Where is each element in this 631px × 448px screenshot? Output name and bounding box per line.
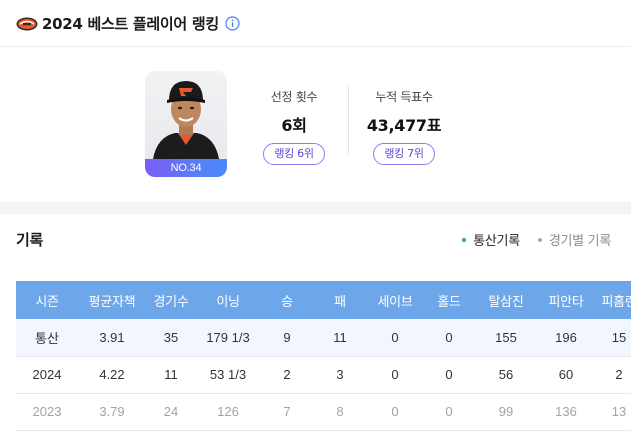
column-header: 홀드 [424, 281, 474, 319]
active-dot-icon [462, 237, 467, 242]
table-cell: 24 [146, 393, 196, 431]
page-title: 2024 베스트 플레이어 랭킹 [42, 14, 219, 33]
table-cell: 60 [538, 356, 594, 394]
table-cell: 8 [314, 393, 366, 431]
table-cell: 2024 [16, 356, 78, 394]
inactive-dot-icon [537, 237, 542, 242]
stat-value: 6회 [281, 116, 307, 135]
header-divider [0, 46, 631, 47]
table-cell: 0 [424, 319, 474, 357]
table-cell: 136 [538, 393, 594, 431]
column-header: 탈삼진 [474, 281, 538, 319]
table-cell: 0 [424, 356, 474, 394]
records-title: 기록 [16, 231, 44, 249]
table-cell: 0 [366, 393, 424, 431]
eagles-logo-icon [16, 16, 38, 31]
table-row: 통산 3.91 35 179 1/3 9 11 0 0 155 196 15 [16, 319, 631, 357]
records-tabs: 통산기록 경기별 기록 [462, 230, 611, 249]
table-cell: 155 [474, 319, 538, 357]
total-votes-stat: 누적 득표수 43,477표 랭킹 7위 [349, 88, 459, 165]
table-cell: 53 1/3 [196, 356, 260, 394]
tab-career-records[interactable]: 통산기록 [462, 230, 520, 249]
column-header: 패 [314, 281, 366, 319]
column-header: 시즌 [16, 281, 78, 319]
selection-count-stat: 선정 횟수 6회 랭킹 6위 [239, 88, 349, 165]
table-cell: 3.79 [78, 393, 146, 431]
table-cell: 2 [260, 356, 314, 394]
page-header: 2024 베스트 플레이어 랭킹 [0, 0, 631, 46]
table-cell: 196 [538, 319, 594, 357]
table-cell: 통산 [16, 319, 78, 357]
column-header: 세이브 [366, 281, 424, 319]
records-table: 시즌 평균자책 경기수 이닝 승 패 세이브 홀드 탈삼진 피안타 피홈런 통산… [16, 281, 631, 431]
table-cell: 2023 [16, 393, 78, 431]
stat-label: 누적 득표수 [375, 90, 433, 104]
column-header: 피안타 [538, 281, 594, 319]
tab-game-records[interactable]: 경기별 기록 [537, 230, 611, 249]
table-cell: 7 [260, 393, 314, 431]
table-cell: 35 [146, 319, 196, 357]
rank-badge[interactable]: 랭킹 7위 [373, 143, 435, 165]
table-cell: 11 [314, 319, 366, 357]
table-cell: 15 [594, 319, 631, 357]
table-cell: 3.91 [78, 319, 146, 357]
player-card[interactable]: NO.34 [145, 71, 227, 177]
column-header: 이닝 [196, 281, 260, 319]
table-row: 2023 3.79 24 126 7 8 0 0 99 136 13 [16, 393, 631, 431]
records-table-container[interactable]: 시즌 평균자책 경기수 이닝 승 패 세이브 홀드 탈삼진 피안타 피홈런 통산… [16, 281, 631, 448]
table-row: 2024 4.22 11 53 1/3 2 3 0 0 56 60 2 [16, 356, 631, 394]
info-icon[interactable] [225, 15, 240, 31]
table-cell: 0 [424, 393, 474, 431]
tab-label: 경기별 기록 [548, 234, 611, 249]
tab-label: 통산기록 [473, 234, 520, 249]
column-header: 경기수 [146, 281, 196, 319]
table-cell: 126 [196, 393, 260, 431]
table-cell: 56 [474, 356, 538, 394]
stat-label: 선정 횟수 [270, 90, 318, 104]
table-cell: 3 [314, 356, 366, 394]
column-header: 평균자책 [78, 281, 146, 319]
table-header-row: 시즌 평균자책 경기수 이닝 승 패 세이브 홀드 탈삼진 피안타 피홈런 [16, 281, 631, 319]
rank-badge[interactable]: 랭킹 6위 [263, 143, 325, 165]
stat-value: 43,477표 [366, 116, 442, 135]
table-cell: 0 [366, 319, 424, 357]
column-header: 피홈런 [594, 281, 631, 319]
player-photo [153, 81, 219, 159]
table-cell: 13 [594, 393, 631, 431]
table-cell: 9 [260, 319, 314, 357]
table-cell: 99 [474, 393, 538, 431]
column-header: 승 [260, 281, 314, 319]
table-cell: 0 [366, 356, 424, 394]
table-cell: 179 1/3 [196, 319, 260, 357]
table-cell: 11 [146, 356, 196, 394]
player-number-badge: NO.34 [145, 159, 227, 177]
section-separator [0, 202, 631, 214]
table-cell: 4.22 [78, 356, 146, 394]
table-cell: 2 [594, 356, 631, 394]
